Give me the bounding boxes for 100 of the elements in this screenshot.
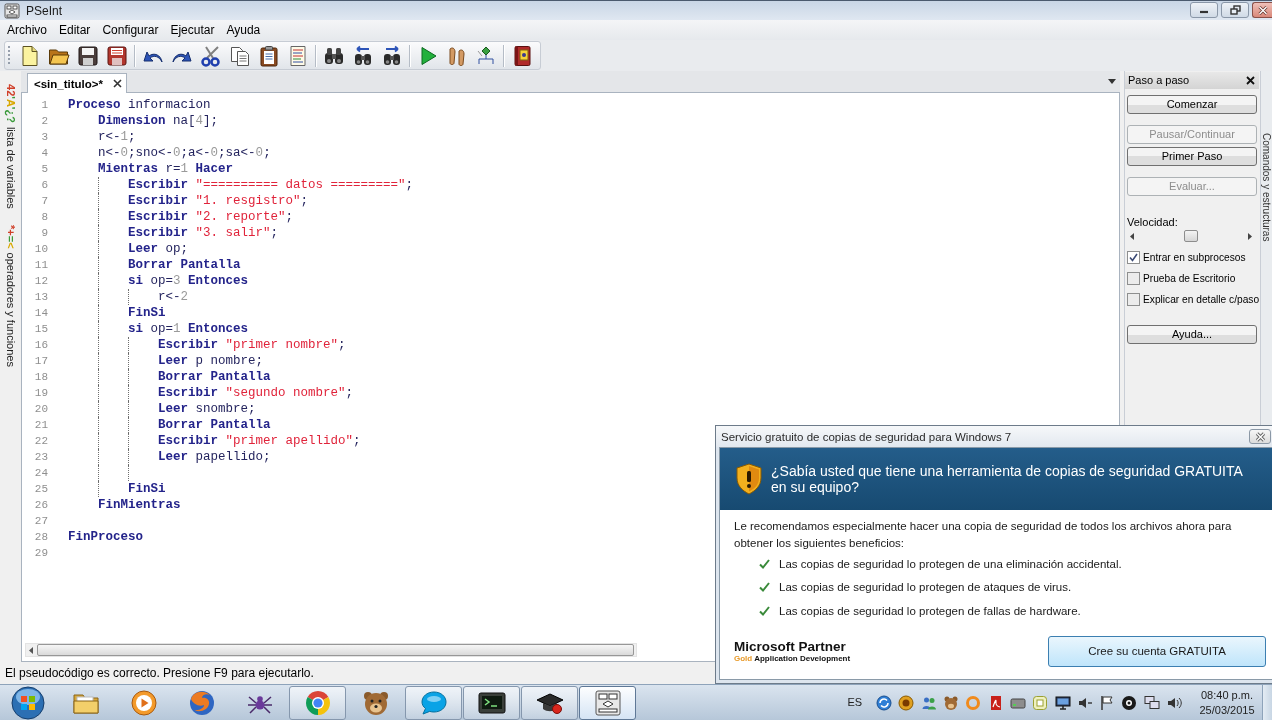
two-screens-icon[interactable]: [1143, 694, 1160, 711]
line-number: 12: [33, 274, 48, 289]
line-number: 25: [33, 482, 48, 497]
close-icon[interactable]: [1246, 76, 1255, 85]
monitor-icon[interactable]: [1054, 694, 1071, 711]
scrollbar-thumb[interactable]: [37, 644, 634, 656]
checkbox-label: Entrar en subprocesos: [1143, 251, 1246, 264]
close-button[interactable]: [1249, 429, 1271, 444]
code-line: FinSi: [128, 481, 166, 497]
bear-icon[interactable]: [943, 694, 960, 711]
code-line: FinProceso: [68, 529, 143, 545]
flag-icon[interactable]: [1099, 694, 1116, 711]
code-line: Leer op;: [128, 241, 189, 257]
line-number: 7: [40, 194, 48, 209]
code-line: Proceso informacion: [68, 97, 211, 113]
code-line: Escribir "2. reporte";: [128, 209, 294, 225]
restore-icon: [1229, 5, 1241, 15]
play-icon[interactable]: [128, 687, 159, 718]
language-indicator[interactable]: ES: [847, 696, 863, 709]
panel-button[interactable]: Primer Paso: [1127, 147, 1257, 166]
clock-time[interactable]: 08:40 p.m.: [1201, 689, 1253, 701]
dialog-title: Servicio gratuito de copias de seguridad para Windows 7: [721, 429, 1012, 444]
code-line: Leer papellido;: [158, 449, 271, 465]
left-arrow-icon[interactable]: [1130, 233, 1134, 240]
line-number: 27: [33, 514, 48, 529]
start-orb-icon[interactable]: [9, 685, 47, 720]
taskbar-button[interactable]: [521, 685, 578, 720]
help-button[interactable]: Ayuda...: [1127, 325, 1257, 344]
menu-item[interactable]: Editar: [53, 22, 97, 38]
line-number: 26: [33, 498, 48, 513]
right-arrow-icon[interactable]: [1248, 233, 1252, 240]
speed-slider[interactable]: [1127, 230, 1255, 243]
line-number: 14: [33, 306, 48, 321]
square-icon[interactable]: [1032, 694, 1049, 711]
close-button[interactable]: [1252, 2, 1272, 18]
clock-date[interactable]: 25/03/2015: [1199, 704, 1255, 716]
status-message: El pseudocódigo es correcto. Presione F9 para ejecutarlo.: [5, 665, 314, 681]
slider-thumb[interactable]: [1184, 230, 1198, 242]
close-icon[interactable]: [113, 79, 123, 88]
grip-icon[interactable]: [7, 44, 11, 67]
checkbox[interactable]: [1127, 272, 1140, 285]
line-number: 21: [33, 418, 48, 433]
line-number: 28: [33, 530, 48, 545]
side-tab[interactable]: *+=< operadores y funciones: [3, 224, 18, 367]
code-line: r<-1;: [98, 129, 136, 145]
tab-symbols: *+=<: [4, 224, 17, 249]
line-number: 8: [40, 210, 48, 225]
code-line: Borrar Pantalla: [158, 417, 271, 433]
clipboard-icon[interactable]: [257, 44, 280, 67]
flowchart-icon: [592, 687, 623, 718]
menu-item[interactable]: Configurar: [96, 22, 165, 38]
line-number: 3: [40, 130, 48, 145]
code-line: Leer snombre;: [158, 401, 256, 417]
side-tab[interactable]: Comandos y estructuras: [1261, 133, 1272, 242]
sync-icon[interactable]: [876, 694, 893, 711]
line-number: 19: [33, 386, 48, 401]
horizontal-scrollbar[interactable]: [25, 643, 637, 657]
panel-button[interactable]: Comenzar: [1127, 95, 1257, 114]
code-line: Escribir "1. resgistro";: [128, 193, 309, 209]
editor-tab[interactable]: <sin_titulo>*: [27, 73, 128, 93]
code-line: Borrar Pantalla: [128, 257, 241, 273]
line-number: 9: [40, 226, 48, 241]
partner-name: Microsoft Partner: [734, 639, 847, 654]
checkbox-label: Explicar en detalle c/paso: [1143, 293, 1260, 306]
left-arrow-icon[interactable]: [29, 646, 33, 654]
menu-item[interactable]: Archivo: [1, 22, 53, 38]
checkbox[interactable]: [1127, 293, 1140, 306]
checkbox-label: Prueba de Escritorio: [1143, 272, 1236, 285]
close-icon: [1254, 431, 1266, 442]
menu-item[interactable]: Ayuda: [220, 22, 267, 38]
line-number: 16: [33, 338, 48, 353]
restore-button[interactable]: [1221, 2, 1249, 18]
badge-icon[interactable]: [898, 694, 915, 711]
benefit-text: Las copias de seguridad lo protegen de ataques de virus.: [779, 580, 1072, 595]
code-line: si op=1 Entonces: [128, 321, 249, 337]
code-line: si op=3 Entonces: [128, 273, 249, 289]
line-number: 4: [40, 146, 48, 161]
dropdown-arrow-icon[interactable]: [1108, 79, 1116, 84]
copy-icon[interactable]: [228, 44, 251, 67]
menu-item[interactable]: Ejecutar: [164, 22, 221, 38]
line-number: 6: [40, 178, 48, 193]
scissors-icon[interactable]: [199, 44, 222, 67]
minimize-button[interactable]: [1190, 2, 1218, 18]
close-icon: [1257, 5, 1268, 15]
disc-icon[interactable]: [1121, 694, 1138, 711]
side-tab[interactable]: 42'A'¿? lista de variables: [3, 84, 18, 209]
warning-shield-icon: [735, 463, 763, 495]
benefit-text: Las copias de seguridad lo protegen de fallas de hardware.: [779, 603, 1081, 618]
code-line: r<-2: [158, 289, 189, 305]
create-account-button[interactable]: Cree su cuenta GRATUITA: [1048, 636, 1266, 667]
line-number: 13: [33, 290, 48, 305]
check-icon: [759, 558, 770, 569]
line-number: 2: [40, 114, 48, 129]
window-title: PSeInt: [26, 3, 63, 18]
taskbar-button[interactable]: [463, 685, 520, 720]
checkbox[interactable]: [1127, 251, 1140, 264]
dialog-heading: ¿Sabía usted que tiene una herramienta de copias de seguridad GRATUITA en su equipo?: [771, 463, 1244, 495]
check-icon: [759, 605, 770, 616]
line-number: 23: [33, 450, 48, 465]
code-line: Escribir "segundo nombre";: [158, 385, 354, 401]
